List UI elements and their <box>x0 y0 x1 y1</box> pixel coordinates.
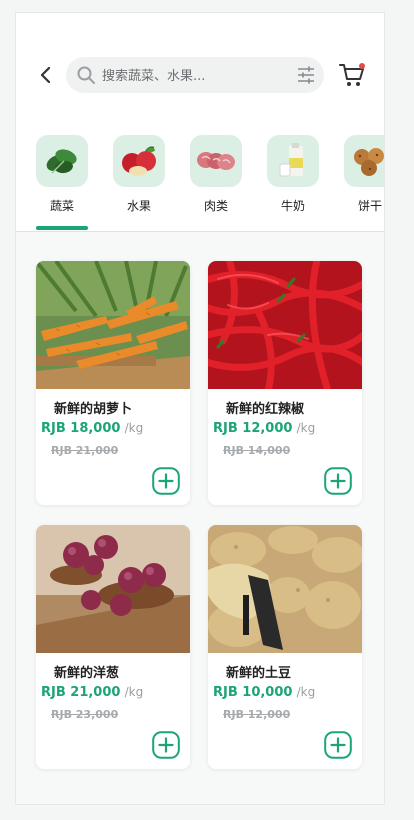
category-tile <box>36 135 88 187</box>
original-price: RJB 12,000 <box>223 708 291 721</box>
original-price: RJB 14,000 <box>223 444 291 457</box>
add-to-cart-button[interactable] <box>152 731 180 759</box>
product-name: 新鲜的洋葱 <box>54 666 120 681</box>
top-bar <box>16 13 384 141</box>
add-to-cart-button[interactable] <box>152 467 180 495</box>
category-tile <box>267 135 319 187</box>
cart-badge <box>359 63 365 69</box>
product-price: RJB 12,000 /kg <box>213 421 315 436</box>
price-value: RJB 12,000 <box>213 421 293 436</box>
category-tile <box>190 135 242 187</box>
product-image-onions <box>36 525 190 653</box>
product-name: 新鲜的红辣椒 <box>226 402 305 417</box>
biscuit-icon <box>354 148 384 176</box>
price-value: RJB 18,000 <box>41 421 121 436</box>
product-price: RJB 18,000 /kg <box>41 421 143 436</box>
search-input[interactable] <box>100 57 284 95</box>
category-milk[interactable]: 牛奶 <box>263 135 323 231</box>
app-screen: 蔬菜 水果 <box>15 12 385 805</box>
category-bar: 蔬菜 水果 肉类 牛奶 饼干 <box>16 135 384 232</box>
category-vegetables[interactable]: 蔬菜 <box>32 135 92 231</box>
product-price: RJB 21,000 /kg <box>41 685 143 700</box>
spinach-icon <box>46 149 77 174</box>
product-price: RJB 10,000 /kg <box>213 685 315 700</box>
product-image-red-chili <box>208 261 362 389</box>
product-name: 新鲜的土豆 <box>226 666 292 681</box>
price-unit: /kg <box>296 685 316 699</box>
product-grid: 新鲜的胡萝卜 RJB 18,000 /kg RJB 21,000 新鲜的红辣椒 … <box>16 231 384 804</box>
category-label: 水果 <box>126 199 151 213</box>
product-name: 新鲜的胡萝卜 <box>54 402 133 417</box>
category-meat[interactable]: 肉类 <box>186 135 246 231</box>
category-tile <box>113 135 165 187</box>
filter-icon[interactable] <box>296 65 316 85</box>
price-unit: /kg <box>124 421 144 435</box>
meat-icon <box>197 152 235 170</box>
category-tile <box>344 135 384 187</box>
category-label: 牛奶 <box>280 199 305 213</box>
product-card[interactable]: 新鲜的红辣椒 RJB 12,000 /kg RJB 14,000 <box>208 261 362 505</box>
category-label: 饼干 <box>357 199 382 213</box>
product-card[interactable]: 新鲜的土豆 RJB 10,000 /kg RJB 12,000 <box>208 525 362 769</box>
milk-icon <box>279 143 303 177</box>
category-fruits[interactable]: 水果 <box>109 135 169 231</box>
price-value: RJB 21,000 <box>41 685 121 700</box>
price-unit: /kg <box>296 421 316 435</box>
search-icon <box>77 66 95 84</box>
product-image-carrots <box>36 261 190 389</box>
apples-icon <box>122 146 156 176</box>
category-label: 肉类 <box>203 199 228 213</box>
product-card[interactable]: 新鲜的洋葱 RJB 21,000 /kg RJB 23,000 <box>36 525 190 769</box>
original-price: RJB 21,000 <box>51 444 119 457</box>
add-to-cart-button[interactable] <box>324 731 352 759</box>
back-button[interactable] <box>34 63 58 87</box>
chevron-left-icon <box>40 67 51 83</box>
add-to-cart-button[interactable] <box>324 467 352 495</box>
cart-button[interactable] <box>338 61 366 89</box>
price-unit: /kg <box>124 685 144 699</box>
search-bar[interactable] <box>66 57 324 95</box>
active-tab-indicator <box>36 226 88 230</box>
original-price: RJB 23,000 <box>51 708 119 721</box>
category-biscuits[interactable]: 饼干 <box>340 135 384 231</box>
product-image-potatoes <box>208 525 362 653</box>
product-card[interactable]: 新鲜的胡萝卜 RJB 18,000 /kg RJB 21,000 <box>36 261 190 505</box>
price-value: RJB 10,000 <box>213 685 293 700</box>
category-label: 蔬菜 <box>49 199 74 213</box>
